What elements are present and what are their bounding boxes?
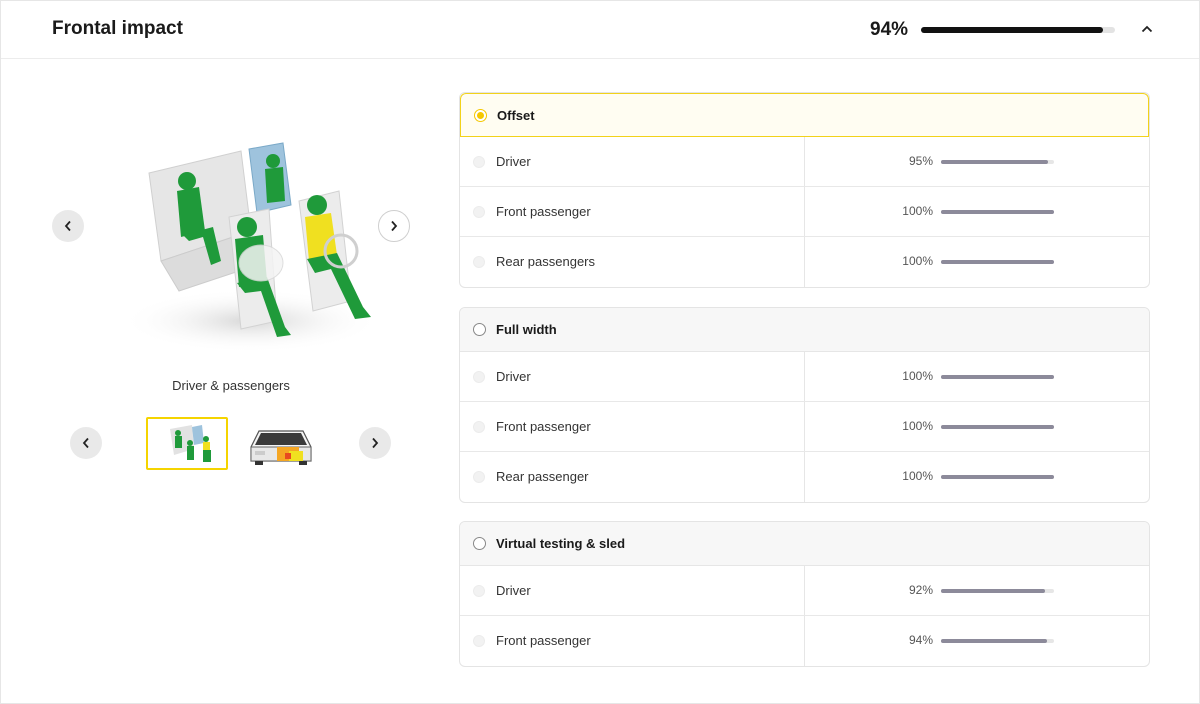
radio-icon[interactable] [473,323,486,336]
row-label: Front passenger [496,419,591,434]
group-label: Full width [496,322,557,337]
table-row[interactable]: Driver 92% [460,566,1149,616]
row-score-bar-fill [941,639,1048,643]
radio-dot-icon [473,156,485,168]
row-score-bar-fill [941,210,1054,214]
column-divider [804,402,805,451]
table-row[interactable]: Front passenger 94% [460,616,1149,666]
radio-selected-icon[interactable] [474,109,487,122]
group-header[interactable]: Virtual testing & sled [460,522,1149,566]
column-divider [804,566,805,615]
column-divider [804,352,805,401]
dummies-thumbnail[interactable] [146,417,228,470]
table-row[interactable]: Driver 95% [460,137,1149,187]
row-score-bar [941,475,1054,479]
row-score: 92% [908,583,933,597]
radio-dot-icon [473,471,485,483]
row-score-bar-fill [941,375,1054,379]
radio-dot-icon [473,206,485,218]
radio-dot-icon [473,635,485,647]
table-row[interactable]: Front passenger 100% [460,187,1149,237]
column-divider [804,616,805,666]
radio-dot-icon [473,256,485,268]
group-label: Offset [497,108,535,123]
table-row[interactable]: Rear passengers 100% [460,237,1149,287]
row-score-bar [941,425,1054,429]
row-score-bar-fill [941,425,1054,429]
row-label: Driver [496,154,531,169]
row-score-bar-fill [941,260,1054,264]
table-row[interactable]: Front passenger 100% [460,402,1149,452]
row-score: 94% [908,633,933,647]
row-score-bar [941,160,1054,164]
row-label: Rear passenger [496,469,589,484]
dummies-seats-image [101,121,401,361]
row-label: Rear passengers [496,254,595,269]
panel-title: Frontal impact [52,18,183,39]
group-header[interactable]: Full width [460,308,1149,352]
overall-score-bar-fill [921,27,1104,33]
row-score-bar [941,260,1054,264]
group-label: Virtual testing & sled [496,536,626,551]
row-score-bar-fill [941,589,1045,593]
group-full-width: Full width Driver 100% Front passenger 1… [459,307,1150,503]
radio-dot-icon [473,421,485,433]
group-virtual-testing-sled: Virtual testing & sled Driver 92% Front … [459,521,1150,667]
image-caption: Driver & passengers [172,378,290,393]
row-score-bar [941,375,1054,379]
overall-score-bar [921,27,1115,33]
row-score-bar [941,639,1054,643]
panel-header[interactable]: Frontal impact 94% [1,1,1199,59]
radio-icon[interactable] [473,537,486,550]
image-prev-button[interactable] [52,210,84,242]
column-divider [804,452,805,502]
row-label: Front passenger [496,204,591,219]
table-row[interactable]: Driver 100% [460,352,1149,402]
chevron-left-icon [82,437,89,449]
column-divider [804,137,805,186]
column-divider [804,237,805,287]
overall-score: 94% [870,19,909,40]
row-score-bar [941,589,1054,593]
column-divider [804,187,805,236]
group-header[interactable]: Offset [460,93,1149,137]
image-next-button[interactable] [378,210,410,242]
group-offset: Offset Driver 95% Front passenger 100% R… [459,92,1150,288]
thumbs-next-button[interactable] [359,427,391,459]
row-score-bar [941,210,1054,214]
row-score: 100% [902,254,933,268]
row-label: Driver [496,369,531,384]
row-label: Driver [496,583,531,598]
collapse-button[interactable] [1137,19,1157,39]
car-front-thumbnail[interactable] [241,417,323,470]
row-score: 100% [902,469,933,483]
row-score: 100% [902,369,933,383]
radio-dot-icon [473,371,485,383]
row-score: 95% [908,154,933,168]
thumbs-prev-button[interactable] [70,427,102,459]
row-score: 100% [902,204,933,218]
chevron-left-icon [64,220,71,232]
chevron-right-icon [391,220,398,232]
chevron-up-icon [1141,25,1153,33]
row-score: 100% [902,419,933,433]
radio-dot-icon [473,585,485,597]
table-row[interactable]: Rear passenger 100% [460,452,1149,502]
row-label: Front passenger [496,633,591,648]
row-score-bar-fill [941,475,1054,479]
row-score-bar-fill [941,160,1049,164]
chevron-right-icon [372,437,379,449]
frontal-impact-panel: Frontal impact 94% Driver & passengers O… [0,0,1200,704]
